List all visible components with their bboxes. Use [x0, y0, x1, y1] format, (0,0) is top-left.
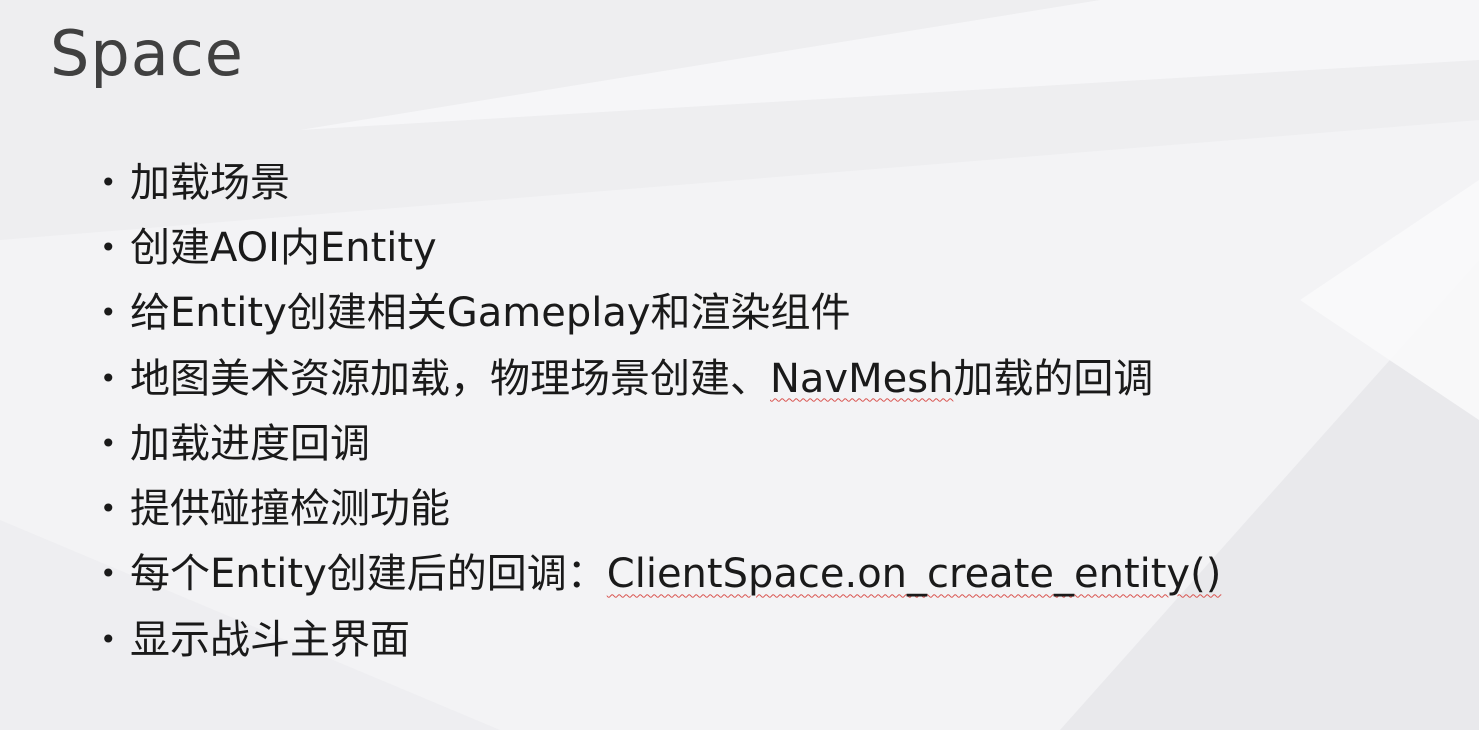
bullet-text: 提供碰撞检测功能: [130, 486, 450, 533]
bullet-item-load-scene: • 加载场景: [100, 150, 1221, 215]
bullet-item-create-aoi-entity: • 创建AOI内Entity: [100, 215, 1221, 280]
slide-title: Space: [50, 17, 244, 90]
bullet-dot-icon: •: [100, 426, 117, 460]
bullet-dot-icon: •: [100, 361, 117, 395]
bullet-item-entity-callback: • 每个Entity创建后的回调：ClientSpace.on_create_e…: [100, 542, 1221, 607]
spellcheck-flagged-code: ClientSpace.on_create_entity(): [606, 551, 1222, 598]
bullet-dot-icon: •: [100, 557, 117, 591]
bullet-dot-icon: •: [100, 165, 117, 199]
bullet-text: 加载进度回调: [130, 420, 370, 467]
bullet-dot-icon: •: [100, 296, 117, 330]
bullet-text-suffix: 加载的回调: [953, 355, 1154, 402]
bullet-item-load-callbacks: • 地图美术资源加载，物理场景创建、NavMesh加载的回调: [100, 346, 1221, 411]
bullet-dot-icon: •: [100, 622, 117, 656]
bullet-item-create-components: • 给Entity创建相关Gameplay和渲染组件: [100, 281, 1221, 346]
bullet-text-prefix: 每个Entity创建后的回调：: [130, 551, 607, 598]
bullet-text: 每个Entity创建后的回调：ClientSpace.on_create_ent…: [130, 554, 1221, 594]
bullet-item-progress-callback: • 加载进度回调: [100, 411, 1221, 476]
bullet-list: • 加载场景 • 创建AOI内Entity • 给Entity创建相关Gamep…: [100, 150, 1221, 672]
bullet-text: 地图美术资源加载，物理场景创建、NavMesh加载的回调: [130, 359, 1153, 399]
bullet-text-prefix: 地图美术资源加载，物理场景创建、: [130, 355, 770, 402]
bullet-dot-icon: •: [100, 492, 117, 526]
bullet-item-collision-detection: • 提供碰撞检测功能: [100, 476, 1221, 541]
bullet-text: 显示战斗主界面: [130, 616, 410, 663]
bullet-text: 给Entity创建相关Gameplay和渲染组件: [130, 290, 851, 337]
bullet-text: 加载场景: [130, 159, 290, 206]
bullet-item-battle-ui: • 显示战斗主界面: [100, 607, 1221, 672]
bullet-dot-icon: •: [100, 230, 117, 264]
bullet-text: 创建AOI内Entity: [130, 224, 437, 271]
slide: Space • 加载场景 • 创建AOI内Entity • 给Entity创建相…: [0, 0, 1479, 730]
spellcheck-flagged-word: NavMesh: [770, 355, 954, 402]
